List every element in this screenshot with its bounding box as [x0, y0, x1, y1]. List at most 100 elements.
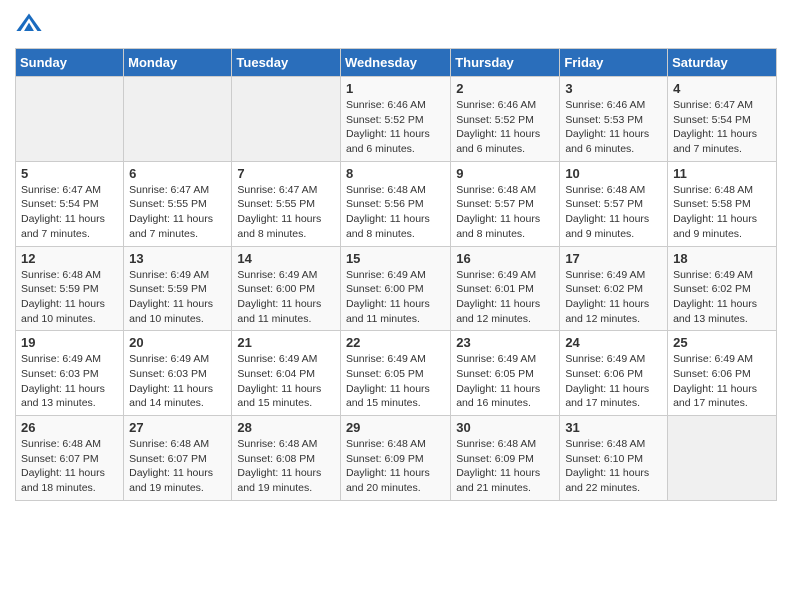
day-info: Sunrise: 6:48 AM Sunset: 6:09 PM Dayligh…: [456, 437, 554, 496]
day-info: Sunrise: 6:49 AM Sunset: 6:06 PM Dayligh…: [673, 352, 771, 411]
calendar-cell: 30 Sunrise: 6:48 AM Sunset: 6:09 PM Dayli…: [451, 416, 560, 501]
calendar-cell: [16, 77, 124, 162]
day-number: 23: [456, 335, 554, 350]
day-info: Sunrise: 6:49 AM Sunset: 6:02 PM Dayligh…: [565, 268, 662, 327]
day-number: 8: [346, 166, 445, 181]
calendar-table: SundayMondayTuesdayWednesdayThursdayFrid…: [15, 48, 777, 501]
day-number: 2: [456, 81, 554, 96]
calendar-cell: 18Sunrise: 6:49 AM Sunset: 6:02 PM Dayli…: [668, 246, 777, 331]
calendar-cell: 15 Sunrise: 6:49 AM Sunset: 6:00 PM Dayli…: [340, 246, 450, 331]
day-info: Sunrise: 6:48 AM Sunset: 6:10 PM Dayligh…: [565, 437, 662, 496]
day-number: 17: [565, 251, 662, 266]
day-number: 6: [129, 166, 226, 181]
day-info: Sunrise: 6:48 AM Sunset: 6:07 PM Dayligh…: [129, 437, 226, 496]
day-number: 22: [346, 335, 445, 350]
col-header-wednesday: Wednesday: [340, 49, 450, 77]
day-number: 20: [129, 335, 226, 350]
col-header-sunday: Sunday: [16, 49, 124, 77]
day-number: 26: [21, 420, 118, 435]
day-number: 29: [346, 420, 445, 435]
calendar-cell: 16 Sunrise: 6:49 AM Sunset: 6:01 PM Dayli…: [451, 246, 560, 331]
day-info: Sunrise: 6:48 AM Sunset: 6:08 PM Dayligh…: [237, 437, 335, 496]
day-number: 12: [21, 251, 118, 266]
day-info: Sunrise: 6:47 AM Sunset: 5:54 PM Dayligh…: [21, 183, 118, 242]
week-row-5: 26 Sunrise: 6:48 AM Sunset: 6:07 PM Dayli…: [16, 416, 777, 501]
calendar-cell: 29 Sunrise: 6:48 AM Sunset: 6:09 PM Dayli…: [340, 416, 450, 501]
calendar-cell: 10 Sunrise: 6:48 AM Sunset: 5:57 PM Dayli…: [560, 161, 668, 246]
day-info: Sunrise: 6:49 AM Sunset: 6:01 PM Dayligh…: [456, 268, 554, 327]
calendar-cell: 7Sunrise: 6:47 AM Sunset: 5:55 PM Daylig…: [232, 161, 341, 246]
col-header-saturday: Saturday: [668, 49, 777, 77]
calendar-cell: 11 Sunrise: 6:48 AM Sunset: 5:58 PM Dayli…: [668, 161, 777, 246]
page-header: [15, 10, 777, 38]
calendar-cell: 19Sunrise: 6:49 AM Sunset: 6:03 PM Dayli…: [16, 331, 124, 416]
day-info: Sunrise: 6:49 AM Sunset: 6:06 PM Dayligh…: [565, 352, 662, 411]
calendar-cell: 20 Sunrise: 6:49 AM Sunset: 6:03 PM Dayli…: [124, 331, 232, 416]
day-number: 10: [565, 166, 662, 181]
calendar-cell: 8 Sunrise: 6:48 AM Sunset: 5:56 PM Daylig…: [340, 161, 450, 246]
day-number: 15: [346, 251, 445, 266]
week-row-2: 5 Sunrise: 6:47 AM Sunset: 5:54 PM Daylig…: [16, 161, 777, 246]
day-info: Sunrise: 6:49 AM Sunset: 6:00 PM Dayligh…: [346, 268, 445, 327]
day-number: 19: [21, 335, 118, 350]
day-info: Sunrise: 6:48 AM Sunset: 6:07 PM Dayligh…: [21, 437, 118, 496]
logo-icon: [15, 10, 43, 38]
day-number: 30: [456, 420, 554, 435]
day-info: Sunrise: 6:49 AM Sunset: 6:05 PM Dayligh…: [456, 352, 554, 411]
calendar-cell: 21 Sunrise: 6:49 AM Sunset: 6:04 PM Dayli…: [232, 331, 341, 416]
calendar-cell: 26 Sunrise: 6:48 AM Sunset: 6:07 PM Dayli…: [16, 416, 124, 501]
week-row-1: 1 Sunrise: 6:46 AM Sunset: 5:52 PM Daylig…: [16, 77, 777, 162]
calendar-cell: 24 Sunrise: 6:49 AM Sunset: 6:06 PM Dayli…: [560, 331, 668, 416]
col-header-thursday: Thursday: [451, 49, 560, 77]
calendar-cell: 2Sunrise: 6:46 AM Sunset: 5:52 PM Daylig…: [451, 77, 560, 162]
day-info: Sunrise: 6:48 AM Sunset: 6:09 PM Dayligh…: [346, 437, 445, 496]
day-number: 21: [237, 335, 335, 350]
calendar-cell: 17 Sunrise: 6:49 AM Sunset: 6:02 PM Dayli…: [560, 246, 668, 331]
day-info: Sunrise: 6:48 AM Sunset: 5:57 PM Dayligh…: [456, 183, 554, 242]
calendar-cell: 31 Sunrise: 6:48 AM Sunset: 6:10 PM Dayli…: [560, 416, 668, 501]
calendar-cell: 5 Sunrise: 6:47 AM Sunset: 5:54 PM Daylig…: [16, 161, 124, 246]
day-number: 28: [237, 420, 335, 435]
day-number: 4: [673, 81, 771, 96]
day-number: 27: [129, 420, 226, 435]
day-info: Sunrise: 6:49 AM Sunset: 6:05 PM Dayligh…: [346, 352, 445, 411]
day-info: Sunrise: 6:48 AM Sunset: 5:56 PM Dayligh…: [346, 183, 445, 242]
day-number: 3: [565, 81, 662, 96]
day-number: 5: [21, 166, 118, 181]
day-number: 13: [129, 251, 226, 266]
day-info: Sunrise: 6:47 AM Sunset: 5:55 PM Dayligh…: [237, 183, 335, 242]
day-info: Sunrise: 6:46 AM Sunset: 5:52 PM Dayligh…: [346, 98, 445, 157]
day-number: 14: [237, 251, 335, 266]
day-number: 31: [565, 420, 662, 435]
calendar-cell: [124, 77, 232, 162]
day-number: 11: [673, 166, 771, 181]
week-row-3: 12 Sunrise: 6:48 AM Sunset: 5:59 PM Dayli…: [16, 246, 777, 331]
day-number: 1: [346, 81, 445, 96]
week-row-4: 19 Sunrise: 6:49 AM Sunset: 6:03 PM Dayli…: [16, 331, 777, 416]
day-info: Sunrise: 6:49 AM Sunset: 6:00 PM Dayligh…: [237, 268, 335, 327]
calendar-cell: 23 Sunrise: 6:49 AM Sunset: 6:05 PM Dayli…: [451, 331, 560, 416]
day-info: Sunrise: 6:47 AM Sunset: 5:55 PM Dayligh…: [129, 183, 226, 242]
day-number: 25: [673, 335, 771, 350]
col-header-monday: Monday: [124, 49, 232, 77]
col-header-friday: Friday: [560, 49, 668, 77]
day-info: Sunrise: 6:48 AM Sunset: 5:57 PM Dayligh…: [565, 183, 662, 242]
day-info: Sunrise: 6:48 AM Sunset: 5:59 PM Dayligh…: [21, 268, 118, 327]
day-info: Sunrise: 6:49 AM Sunset: 6:03 PM Dayligh…: [129, 352, 226, 411]
day-info: Sunrise: 6:46 AM Sunset: 5:53 PM Dayligh…: [565, 98, 662, 157]
calendar-cell: 6 Sunrise: 6:47 AM Sunset: 5:55 PM Daylig…: [124, 161, 232, 246]
calendar-cell: 1 Sunrise: 6:46 AM Sunset: 5:52 PM Daylig…: [340, 77, 450, 162]
calendar-cell: 28 Sunrise: 6:48 AM Sunset: 6:08 PM Dayli…: [232, 416, 341, 501]
calendar-cell: 4 Sunrise: 6:47 AM Sunset: 5:54 PM Daylig…: [668, 77, 777, 162]
day-info: Sunrise: 6:47 AM Sunset: 5:54 PM Dayligh…: [673, 98, 771, 157]
calendar-cell: 27 Sunrise: 6:48 AM Sunset: 6:07 PM Dayli…: [124, 416, 232, 501]
calendar-cell: 12 Sunrise: 6:48 AM Sunset: 5:59 PM Dayli…: [16, 246, 124, 331]
day-number: 24: [565, 335, 662, 350]
day-info: Sunrise: 6:49 AM Sunset: 6:04 PM Dayligh…: [237, 352, 335, 411]
day-number: 9: [456, 166, 554, 181]
calendar-cell: 9 Sunrise: 6:48 AM Sunset: 5:57 PM Daylig…: [451, 161, 560, 246]
day-number: 16: [456, 251, 554, 266]
calendar-cell: 22 Sunrise: 6:49 AM Sunset: 6:05 PM Dayli…: [340, 331, 450, 416]
day-info: Sunrise: 6:48 AM Sunset: 5:58 PM Dayligh…: [673, 183, 771, 242]
logo: [15, 10, 47, 38]
